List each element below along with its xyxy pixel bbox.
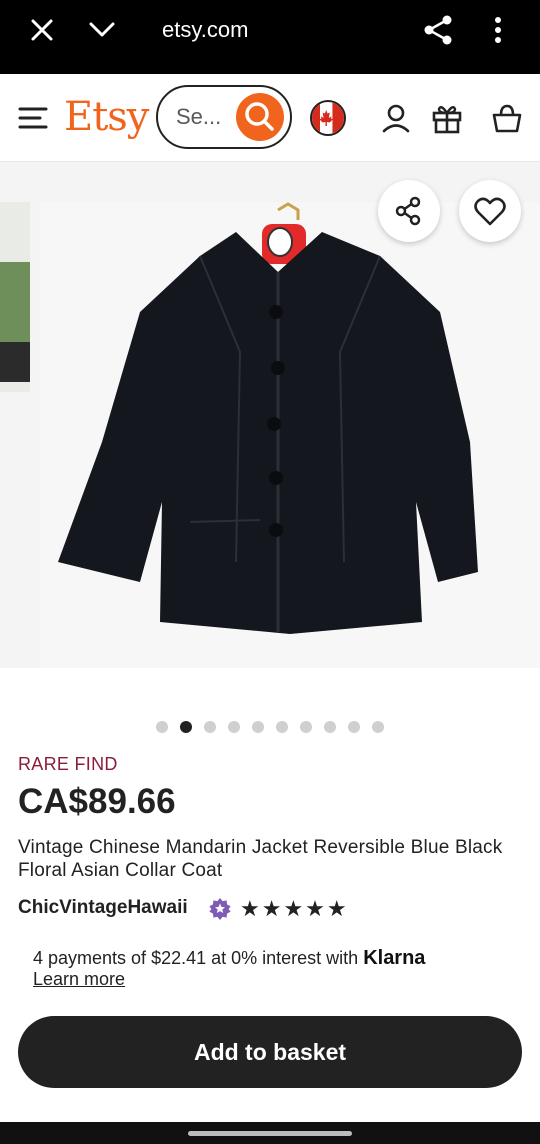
search-box[interactable] [156, 85, 292, 149]
product-image [40, 202, 540, 668]
favorite-button[interactable] [459, 180, 521, 242]
gallery-dot[interactable] [348, 721, 360, 733]
gallery-dot[interactable] [276, 721, 288, 733]
canada-flag-icon[interactable] [310, 100, 346, 136]
more-vert-icon[interactable] [486, 16, 510, 44]
account-icon[interactable] [380, 102, 412, 134]
klarna-logo: Klarna [363, 947, 426, 969]
share-button[interactable] [378, 180, 440, 242]
learn-more-link[interactable]: Learn more [33, 969, 125, 990]
home-gesture-handle[interactable] [188, 1131, 352, 1136]
menu-icon[interactable] [18, 106, 48, 130]
gallery-dot[interactable] [300, 721, 312, 733]
listing-title: Vintage Chinese Mandarin Jacket Reversib… [18, 837, 503, 881]
installment-info: 4 payments of $22.41 at 0% interest with… [33, 947, 425, 970]
previous-image-peek[interactable] [0, 202, 30, 392]
site-header: Etsy [0, 74, 540, 162]
gallery-dot[interactable] [228, 721, 240, 733]
gallery-dot[interactable] [252, 721, 264, 733]
installment-text: 4 payments of $22.41 at 0% interest with [33, 948, 364, 968]
share-icon [395, 196, 421, 226]
search-icon [245, 102, 274, 131]
url-text[interactable]: etsy.com [162, 17, 248, 43]
gallery-dot[interactable] [324, 721, 336, 733]
gift-icon[interactable] [431, 102, 463, 134]
price: CA$89.66 [18, 782, 176, 821]
rare-find-badge: RARE FIND [18, 754, 118, 774]
gallery-dot[interactable] [372, 721, 384, 733]
etsy-logo[interactable]: Etsy [64, 94, 149, 140]
add-to-basket-button[interactable]: Add to basket [18, 1016, 522, 1088]
heart-icon [474, 197, 506, 226]
chevron-down-icon[interactable] [88, 18, 116, 42]
star-seller-icon [209, 898, 231, 920]
rating-stars[interactable]: ★★★★★ [240, 896, 349, 922]
browser-toolbar: etsy.com [0, 0, 540, 74]
shop-name-link[interactable]: ChicVintageHawaii [18, 897, 188, 919]
share-icon[interactable] [423, 14, 453, 46]
search-button[interactable] [236, 93, 284, 141]
gallery-dot[interactable] [180, 721, 192, 733]
basket-icon[interactable] [491, 102, 523, 134]
search-input[interactable] [176, 101, 236, 133]
product-image-gallery[interactable] [0, 162, 540, 668]
close-icon[interactable] [28, 16, 56, 44]
gallery-dot[interactable] [204, 721, 216, 733]
gallery-dot[interactable] [156, 721, 168, 733]
system-navigation-bar [0, 1122, 540, 1144]
